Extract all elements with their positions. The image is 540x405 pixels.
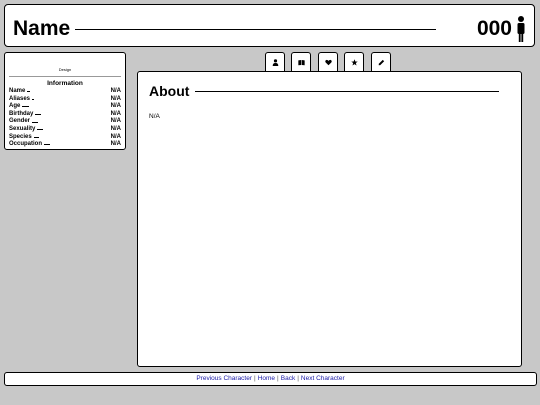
info-label: Birthday [9,110,34,117]
back-link[interactable]: Back [281,375,295,383]
home-link[interactable]: Home [258,375,275,383]
tab-relationships[interactable] [318,52,338,71]
info-label: Name [9,88,26,94]
about-text: N/A [149,113,160,120]
info-row-name: Name N/A [9,88,121,96]
info-value: N/A [110,95,121,102]
info-list: Name N/A Aliases N/A Age N/A Birthday N/… [9,88,121,149]
info-value: N/A [110,118,121,125]
info-row-gender: Gender N/A [9,118,121,126]
about-panel: About N/A [137,71,522,367]
info-label: Age [9,103,21,110]
info-sidebar: Design Information Name N/A Aliases N/A … [4,52,126,150]
separator: | [297,375,299,382]
info-label: Gender [9,118,31,125]
page-title: Name [13,17,71,40]
person-icon [272,58,278,66]
title-rule [75,29,436,30]
info-heading: Information [47,80,83,87]
next-character-link[interactable]: Next Character [301,375,345,383]
info-value: N/A [110,103,121,110]
info-label: Sexuality [9,125,36,132]
info-label: Aliases [9,95,31,102]
info-label: Occupation [9,141,43,148]
info-dash [22,106,30,108]
previous-character-link[interactable]: Previous Character [196,375,252,383]
person-icon [517,16,525,42]
info-dash [44,144,51,146]
tab-profile[interactable] [265,52,285,71]
section-title: About [149,83,190,99]
info-dash [32,121,39,123]
info-row-age: Age N/A [9,103,121,111]
pencil-icon [378,59,384,65]
header-bar: Name 000 [4,4,535,47]
info-value: N/A [110,141,121,148]
info-dash [33,136,39,138]
tab-favorites[interactable] [344,52,364,71]
star-icon [350,58,358,66]
info-value: N/A [110,133,121,140]
info-row-sexuality: Sexuality N/A [9,126,121,134]
separator: | [254,375,256,382]
info-dash [35,114,42,116]
info-row-occupation: Occupation N/A [9,141,121,149]
book-icon [297,59,305,65]
info-value: N/A [110,88,121,94]
separator: | [277,375,279,382]
info-value: N/A [110,110,121,117]
info-dash [37,129,44,131]
heart-icon [324,59,332,65]
info-dash [32,98,35,100]
sidebar-divider [9,76,121,77]
info-row-aliases: Aliases N/A [9,96,121,104]
info-label: Species [9,133,32,140]
info-value: N/A [110,125,121,132]
tab-story[interactable] [291,52,311,71]
info-dash [27,91,31,93]
info-row-birthday: Birthday N/A [9,111,121,119]
section-rule [195,91,499,92]
design-caption: Design [58,67,72,72]
info-row-species: Species N/A [9,134,121,142]
footer-nav: Previous Character | Home | Back | Next … [4,372,537,386]
tab-edit[interactable] [371,52,391,71]
character-number: 000 [476,17,512,40]
